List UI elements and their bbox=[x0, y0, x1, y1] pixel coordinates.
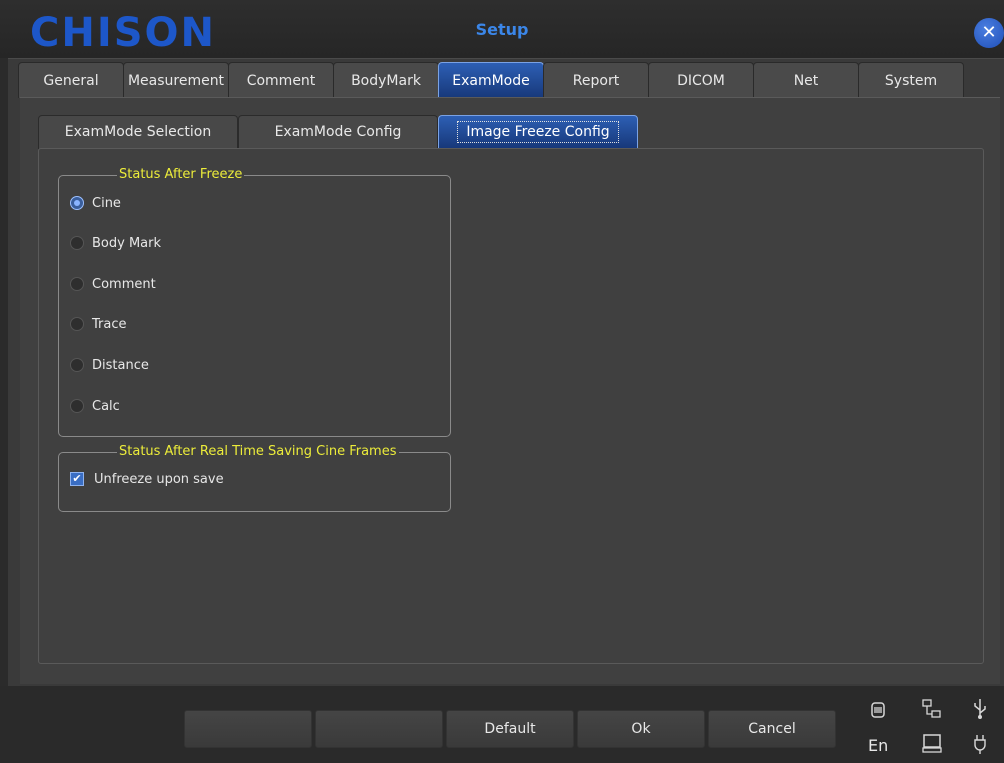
radio-button-checked[interactable] bbox=[70, 196, 84, 210]
subtab-image-freeze-config[interactable]: Image Freeze Config bbox=[438, 115, 638, 149]
blank-button-1[interactable] bbox=[184, 710, 312, 748]
status-after-freeze-title: Status After Freeze bbox=[117, 166, 245, 184]
tab-exammode[interactable]: ExamMode bbox=[438, 62, 544, 98]
radio-trace[interactable]: Trace bbox=[70, 314, 127, 334]
title-bar: CHISON Setup ✕ bbox=[0, 0, 1004, 58]
radio-label-cine: Cine bbox=[92, 195, 121, 211]
radio-button[interactable] bbox=[70, 236, 84, 250]
window-title: Setup bbox=[475, 20, 529, 39]
tab-report[interactable]: Report bbox=[543, 62, 649, 98]
radio-label-calc: Calc bbox=[92, 398, 120, 414]
sub-tabs: ExamMode Selection ExamMode Config Image… bbox=[38, 115, 638, 149]
radio-button[interactable] bbox=[70, 399, 84, 413]
subtab-exammode-config[interactable]: ExamMode Config bbox=[238, 115, 438, 149]
radio-body-mark[interactable]: Body Mark bbox=[70, 233, 161, 253]
radio-button[interactable] bbox=[70, 358, 84, 372]
cancel-button[interactable]: Cancel bbox=[708, 710, 836, 748]
subtab-image-freeze-config-label: Image Freeze Config bbox=[457, 121, 619, 143]
tab-general[interactable]: General bbox=[18, 62, 124, 98]
radio-calc[interactable]: Calc bbox=[70, 396, 120, 416]
unfreeze-upon-save-label: Unfreeze upon save bbox=[94, 471, 224, 487]
close-button[interactable]: ✕ bbox=[974, 18, 1004, 48]
blank-button-2[interactable] bbox=[315, 710, 443, 748]
tab-bodymark[interactable]: BodyMark bbox=[333, 62, 439, 98]
tab-dicom[interactable]: DICOM bbox=[648, 62, 754, 98]
radio-label-distance: Distance bbox=[92, 357, 149, 373]
tab-system[interactable]: System bbox=[858, 62, 964, 98]
tab-measurement[interactable]: Measurement bbox=[123, 62, 229, 98]
radio-label-comment: Comment bbox=[92, 276, 156, 292]
subtab-exammode-selection[interactable]: ExamMode Selection bbox=[38, 115, 238, 149]
language-indicator: En bbox=[868, 736, 889, 755]
network-icon bbox=[922, 699, 941, 718]
close-icon: ✕ bbox=[981, 22, 997, 43]
radio-distance[interactable]: Distance bbox=[70, 355, 149, 375]
power-plug-icon bbox=[974, 735, 986, 754]
radio-label-body-mark: Body Mark bbox=[92, 235, 162, 251]
default-button[interactable]: Default bbox=[446, 710, 574, 748]
display-icon bbox=[922, 734, 942, 753]
radio-label-trace: Trace bbox=[92, 316, 127, 332]
radio-comment[interactable]: Comment bbox=[70, 274, 156, 294]
tab-comment[interactable]: Comment bbox=[228, 62, 334, 98]
ok-button[interactable]: Ok bbox=[577, 710, 705, 748]
radio-cine[interactable]: Cine bbox=[70, 193, 121, 213]
status-after-saving-cine-title: Status After Real Time Saving Cine Frame… bbox=[117, 443, 399, 461]
disk-icon bbox=[871, 702, 885, 718]
radio-button[interactable] bbox=[70, 317, 84, 331]
checkbox-checked-icon[interactable]: ✔ bbox=[70, 472, 84, 486]
radio-button[interactable] bbox=[70, 277, 84, 291]
main-tabs: General Measurement Comment BodyMark Exa… bbox=[18, 62, 964, 98]
tab-net[interactable]: Net bbox=[753, 62, 859, 98]
usb-icon bbox=[974, 699, 986, 719]
unfreeze-upon-save-checkbox-row[interactable]: ✔ Unfreeze upon save bbox=[70, 470, 224, 488]
